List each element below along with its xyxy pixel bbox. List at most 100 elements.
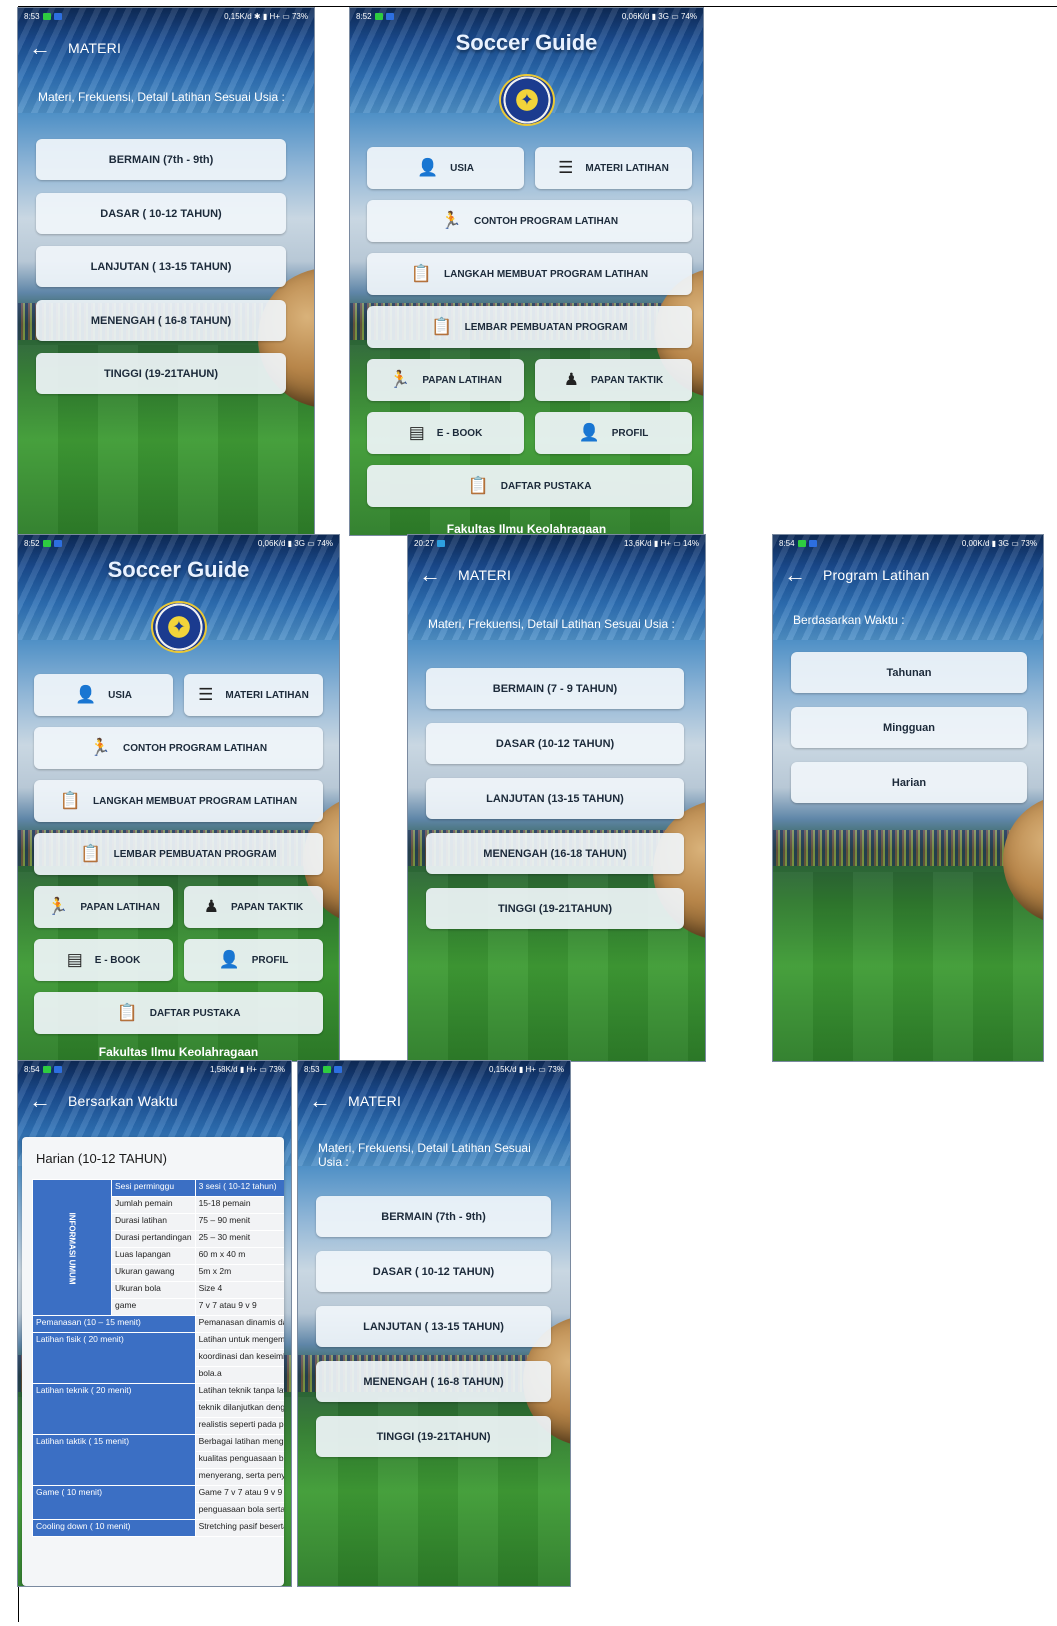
harian-card: Harian (10-12 TAHUN) INFORMASI UMUM Sesi …	[22, 1137, 284, 1586]
battery-icon: ▭	[673, 538, 681, 548]
running-icon: 🏃	[440, 211, 463, 230]
notification-icon	[53, 12, 62, 20]
materi-item-tinggi[interactable]: TINGGI (19-21TAHUN)	[316, 1416, 551, 1457]
status-battery: 73%	[547, 1064, 564, 1074]
materi-item-lanjutan[interactable]: LANJUTAN (13-15 TAHUN)	[426, 778, 684, 819]
status-battery: 73%	[1020, 538, 1037, 548]
materi-item-bermain[interactable]: BERMAIN (7th - 9th)	[316, 1196, 551, 1237]
materi-subtitle: Materi, Frekuensi, Detail Latihan Sesuai…	[318, 1141, 531, 1169]
status-time: 8:54	[24, 1064, 40, 1074]
program-item-mingguan[interactable]: Mingguan	[791, 707, 1027, 748]
info-value-cell: 7 v 7 atau 9 v 9	[194, 1298, 284, 1316]
status-speed: 0,00K/d	[961, 538, 990, 548]
menu-lembar-button[interactable]: 📋 LEMBAR PEMBUATAN PROGRAM	[34, 833, 323, 875]
info-key-cell: Ukuran gawang	[111, 1264, 196, 1282]
notification-icon	[42, 1065, 51, 1073]
app-bar-title: Program Latihan	[823, 567, 930, 583]
notification-icon	[374, 12, 383, 20]
materi-item-dasar[interactable]: DASAR (10-12 TAHUN)	[426, 723, 684, 764]
menu-papan-latihan-button[interactable]: 🏃 PAPAN LATIHAN	[367, 359, 524, 401]
notification-icon	[42, 539, 51, 547]
age-icon: 👤	[416, 158, 439, 177]
app-bar: ← MATERI	[18, 28, 314, 68]
menu-langkah-button[interactable]: 📋 LANGKAH MEMBUAT PROGRAM LATIHAN	[367, 253, 692, 295]
materi-item-bermain[interactable]: BERMAIN (7 - 9 TAHUN)	[426, 668, 684, 709]
status-network: 3G	[998, 538, 1009, 548]
materi-item-menengah[interactable]: MENENGAH (16-18 TAHUN)	[426, 833, 684, 874]
menu-langkah-button[interactable]: 📋 LANGKAH MEMBUAT PROGRAM LATIHAN	[34, 780, 323, 822]
group-label: INFORMASI UMUM	[67, 1212, 77, 1284]
back-arrow-icon[interactable]: ←	[28, 35, 52, 61]
menu-label: LEMBAR PEMBUATAN PROGRAM	[113, 848, 277, 860]
status-speed: 1,58K/d	[210, 1064, 238, 1074]
info-value-cell: Size 4	[194, 1281, 284, 1299]
battery-icon: ▭	[538, 1064, 546, 1074]
card-title: Harian (10-12 TAHUN)	[36, 1151, 168, 1166]
back-arrow-icon[interactable]: ←	[308, 1088, 332, 1114]
menu-contoh-program-button[interactable]: 🏃 CONTOH PROGRAM LATIHAN	[367, 200, 692, 242]
status-battery: 74%	[316, 538, 333, 548]
logo-emblem-icon: ✦	[172, 619, 186, 636]
back-arrow-icon[interactable]: ←	[783, 562, 807, 588]
back-arrow-icon[interactable]: ←	[28, 1088, 52, 1114]
session-value-cell: realistis seperti pada pert	[194, 1417, 284, 1435]
materi-item-menengah[interactable]: MENENGAH ( 16-8 TAHUN)	[36, 300, 286, 341]
menu-papan-latihan-button[interactable]: 🏃 PAPAN LATIHAN	[34, 886, 173, 928]
session-value-cell: bola.a	[194, 1366, 284, 1384]
session-key-cell: Latihan teknik ( 20 menit)	[32, 1383, 196, 1435]
materi-item-lanjutan[interactable]: LANJUTAN ( 13-15 TAHUN)	[316, 1306, 551, 1347]
menu-label: MATERI LATIHAN	[225, 689, 309, 701]
menu-usia-button[interactable]: 👤 USIA	[34, 674, 173, 716]
notification-icon	[322, 1065, 331, 1073]
signal-icon: ▮	[262, 11, 268, 21]
back-arrow-icon[interactable]: ←	[418, 562, 442, 588]
menu-daftar-pustaka-button[interactable]: 📋 DAFTAR PUSTAKA	[367, 465, 692, 507]
session-key-cell: Latihan fisik ( 20 menit)	[32, 1332, 196, 1384]
screen-harian-table: 8:54 1,58K/d ▮ H+ ▭ 73% ← Bersarkan Wakt…	[17, 1060, 292, 1587]
menu-materi-latihan-button[interactable]: ☰ MATERI LATIHAN	[184, 674, 323, 716]
runner-icon: 🏃	[389, 370, 411, 389]
menu-papan-taktik-button[interactable]: ♟ PAPAN TAKTIK	[184, 886, 323, 928]
menu-contoh-program-button[interactable]: 🏃 CONTOH PROGRAM LATIHAN	[34, 727, 323, 769]
status-time: 8:52	[24, 538, 40, 548]
menu-ebook-button[interactable]: ▤ E - BOOK	[367, 412, 524, 454]
materi-subtitle: Materi, Frekuensi, Detail Latihan Sesuai…	[428, 617, 675, 631]
menu-profil-button[interactable]: 👤 PROFIL	[184, 939, 323, 981]
status-speed: 13,6K/d	[624, 538, 652, 548]
group-label-cell: INFORMASI UMUM	[32, 1179, 112, 1316]
session-value-cell: teknik dilanjutkan dengan	[194, 1400, 284, 1418]
menu-label: CONTOH PROGRAM LATIHAN	[474, 215, 619, 227]
materi-item-bermain[interactable]: BERMAIN (7th - 9th)	[36, 139, 286, 180]
materi-item-tinggi[interactable]: TINGGI (19-21TAHUN)	[426, 888, 684, 929]
session-value-cell: Pemanasan dinamis dan p	[194, 1315, 284, 1333]
materi-item-lanjutan[interactable]: LANJUTAN ( 13-15 TAHUN)	[36, 246, 286, 287]
materi-item-menengah[interactable]: MENENGAH ( 16-8 TAHUN)	[316, 1361, 551, 1402]
program-item-tahunan[interactable]: Tahunan	[791, 652, 1027, 693]
program-item-harian[interactable]: Harian	[791, 762, 1027, 803]
menu-daftar-pustaka-button[interactable]: 📋 DAFTAR PUSTAKA	[34, 992, 323, 1034]
status-network: 3G	[294, 538, 305, 548]
status-speed: 0,06K/d	[621, 11, 650, 21]
status-speed: 0,15K/d	[489, 1064, 517, 1074]
menu-materi-latihan-button[interactable]: ☰ MATERI LATIHAN	[535, 147, 692, 189]
info-key-cell: Sesi perminggu	[111, 1179, 196, 1197]
books-icon: ☰	[198, 685, 214, 704]
menu-ebook-button[interactable]: ▤ E - BOOK	[34, 939, 173, 981]
signal-icon: ▮	[653, 538, 659, 548]
screen-program-latihan: 8:54 0,00K/d ▮ 3G ▭ 73% ← Program Latiha…	[772, 534, 1044, 1062]
materi-item-tinggi[interactable]: TINGGI (19-21TAHUN)	[36, 353, 286, 394]
menu-label: E - BOOK	[94, 954, 141, 966]
session-key-cell: Cooling down ( 10 menit)	[32, 1519, 196, 1537]
session-value-cell: koordinasi dan keseimban	[194, 1349, 284, 1367]
menu-usia-button[interactable]: 👤 USIA	[367, 147, 524, 189]
materi-item-dasar[interactable]: DASAR ( 10-12 TAHUN)	[36, 193, 286, 234]
notification-icon	[53, 539, 62, 547]
menu-profil-button[interactable]: 👤 PROFIL	[535, 412, 692, 454]
status-bar: 8:54 1,58K/d ▮ H+ ▭ 73%	[18, 1061, 291, 1077]
menu-papan-taktik-button[interactable]: ♟ PAPAN TAKTIK	[535, 359, 692, 401]
menu-lembar-button[interactable]: 📋 LEMBAR PEMBUATAN PROGRAM	[367, 306, 692, 348]
notification-icon	[385, 12, 394, 20]
materi-item-dasar[interactable]: DASAR ( 10-12 TAHUN)	[316, 1251, 551, 1292]
menu-label: USIA	[108, 689, 133, 701]
signal-icon: ▮	[991, 538, 997, 548]
